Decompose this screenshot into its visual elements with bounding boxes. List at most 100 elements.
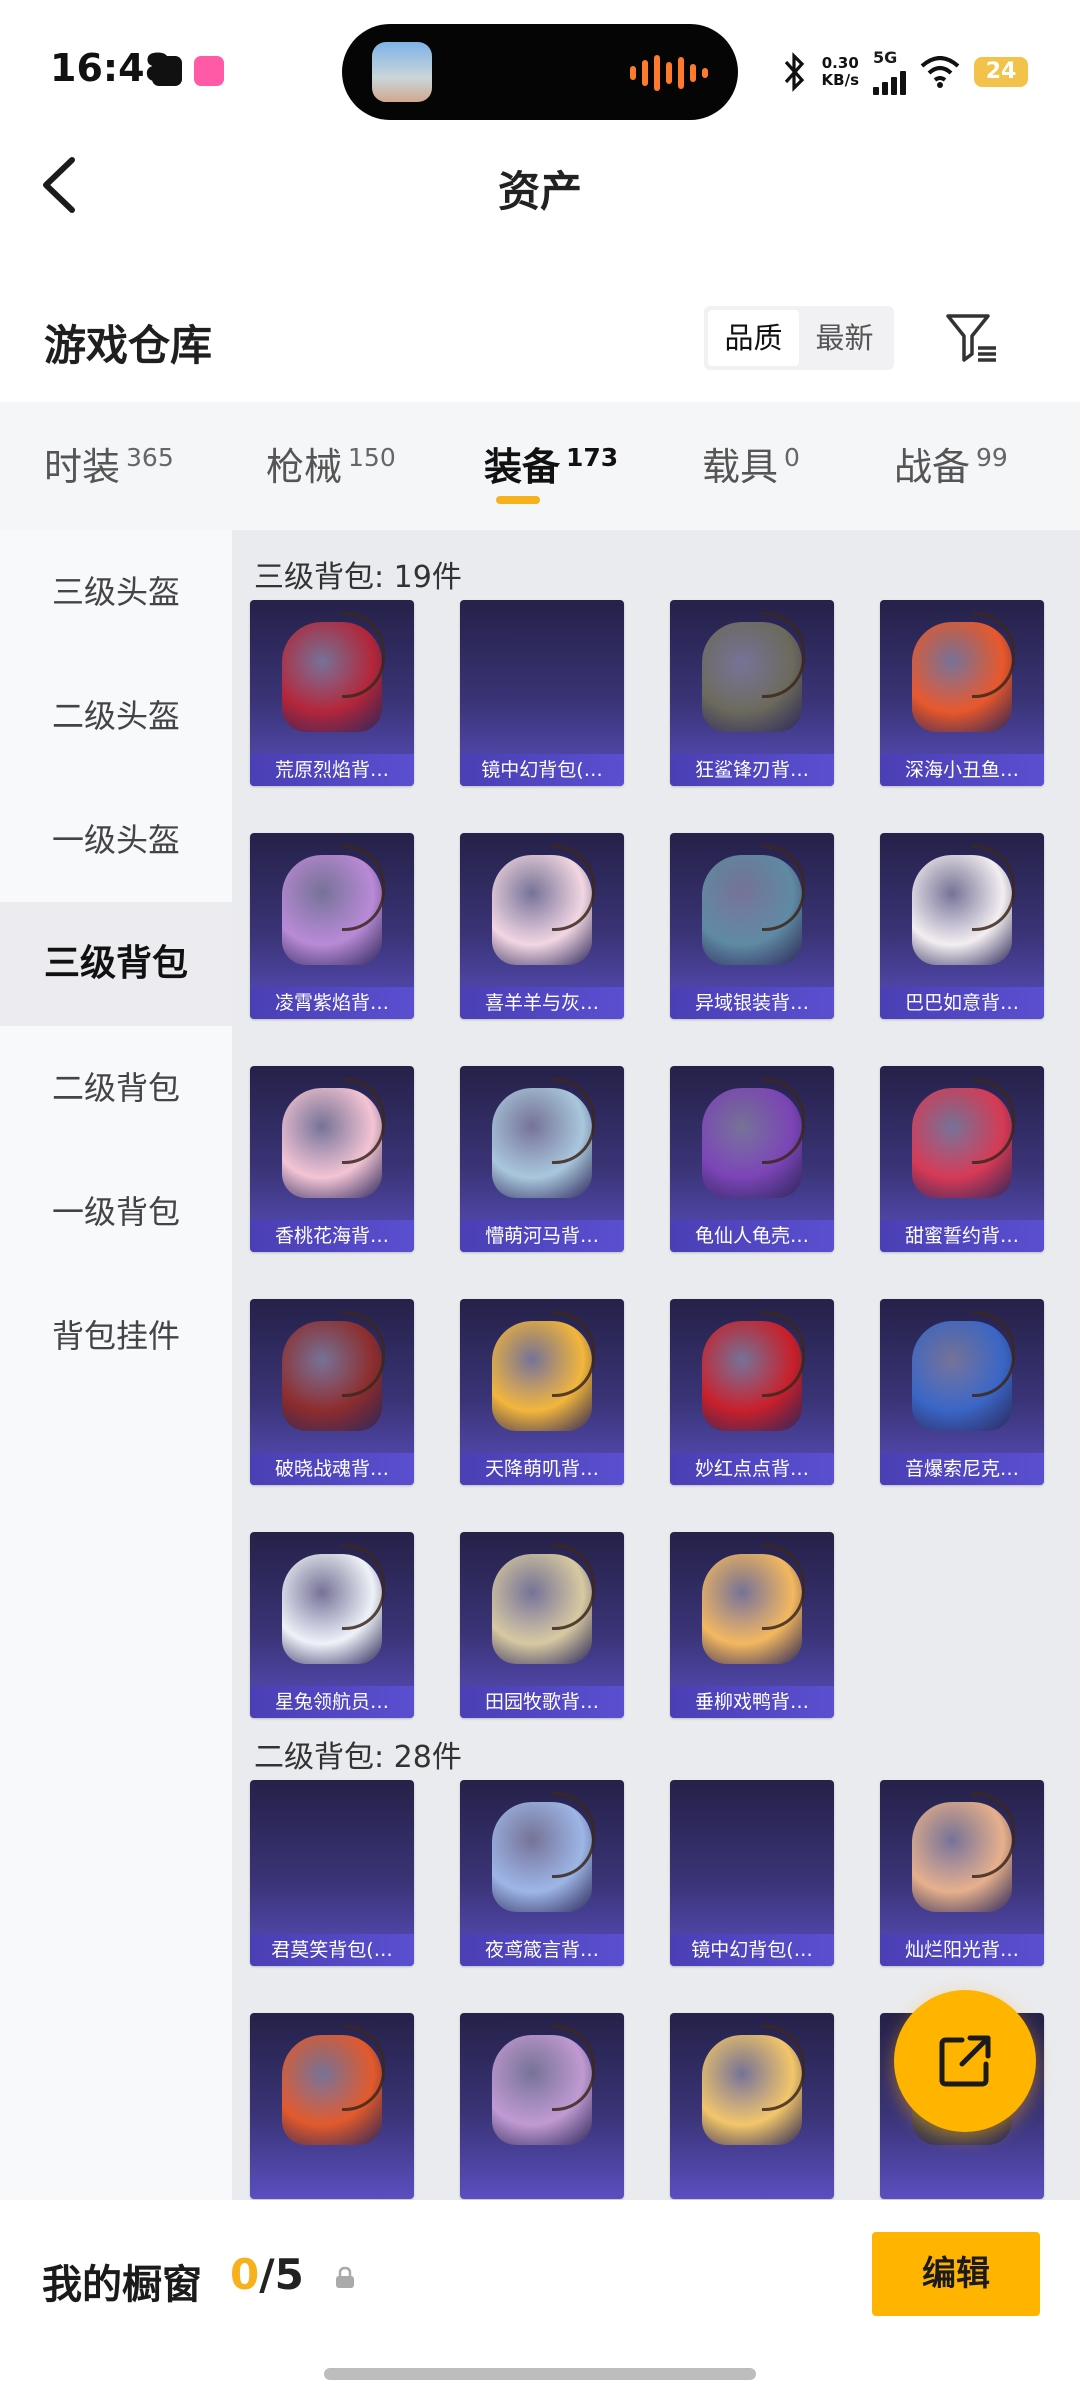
network-type: 5G (873, 48, 898, 67)
edit-button[interactable]: 编辑 (872, 2232, 1040, 2316)
backpack-card[interactable]: 夜鸢箴言背… (460, 1780, 624, 1966)
backpack-image (912, 612, 1015, 732)
backpack-image (282, 612, 385, 732)
sort-by-latest[interactable]: 最新 (799, 310, 890, 366)
battery-indicator: 24 (974, 56, 1028, 87)
tab-fashion[interactable]: 时装 365 (44, 436, 174, 491)
backpack-card[interactable]: 音爆索尼克… (880, 1299, 1044, 1485)
backpack-image (492, 1311, 595, 1431)
backpack-name: 垂柳戏鸭背… (670, 1686, 834, 1718)
backpack-image (282, 1078, 385, 1198)
backpack-image (702, 845, 805, 965)
home-indicator[interactable] (324, 2368, 756, 2380)
group-title: 三级背包: 19件 (254, 560, 462, 595)
backpack-name: 破晓战魂背… (250, 1453, 414, 1485)
tab-equipment[interactable]: 装备 173 (484, 436, 618, 491)
sidebar-item-lv2-backpack[interactable]: 二级背包 (0, 1026, 232, 1150)
sidebar-item-lv2-helmet[interactable]: 二级头盔 (0, 654, 232, 778)
backpack-card[interactable]: 镜中幻背包(… (670, 1780, 834, 1966)
backpack-card[interactable]: 深海小丑鱼… (880, 600, 1044, 786)
backpack-card[interactable]: 妙红点点背… (670, 1299, 834, 1485)
music-app-icon (152, 56, 182, 86)
share-button[interactable] (894, 1990, 1036, 2132)
backpack-name: 荒原烈焰背… (250, 754, 414, 786)
backpack-image (492, 2025, 595, 2145)
sort-by-quality[interactable]: 品质 (708, 310, 799, 366)
backpack-card[interactable]: 巴巴如意背… (880, 833, 1044, 1019)
backpack-card[interactable]: 荒原烈焰背… (250, 600, 414, 786)
backpack-image (282, 845, 385, 965)
sidebar-item-backpack-pendant[interactable]: 背包挂件 (0, 1274, 232, 1398)
backpack-name: 异域银装背… (670, 987, 834, 1019)
backpack-card[interactable]: 灿烂阳光背… (880, 1780, 1044, 1966)
backpack-image (282, 1544, 385, 1664)
sidebar-item-lv1-backpack[interactable]: 一级背包 (0, 1150, 232, 1274)
backpack-card[interactable] (460, 2013, 624, 2199)
sidebar-item-lv3-backpack[interactable]: 三级背包 (0, 902, 232, 1026)
showcase-count: 0/5 (230, 2250, 304, 2299)
backpack-name: 妙红点点背… (670, 1453, 834, 1485)
backpack-image (702, 2025, 805, 2145)
showcase-label: 我的橱窗 (42, 2262, 202, 2308)
backpack-card[interactable]: 君莫笑背包(… (250, 1780, 414, 1966)
backpack-card[interactable]: 异域银装背… (670, 833, 834, 1019)
backpack-name: 田园牧歌背… (460, 1686, 624, 1718)
backpack-card[interactable]: 甜蜜誓约背… (880, 1066, 1044, 1252)
tab-weapons[interactable]: 枪械 150 (266, 436, 396, 491)
backpack-card[interactable]: 凌霄紫焰背… (250, 833, 414, 1019)
bottom-bar: 我的橱窗 0/5 编辑 (0, 2200, 1080, 2400)
backpack-name: 龟仙人龟壳… (670, 1220, 834, 1252)
dynamic-island[interactable] (342, 24, 738, 120)
sidebar: 三级头盔 二级头盔 一级头盔 三级背包 二级背包 一级背包 背包挂件 (0, 530, 232, 2200)
backpack-card[interactable]: 破晓战魂背… (250, 1299, 414, 1485)
section-title: 游戏仓库 (44, 321, 213, 370)
backpack-name: 深海小丑鱼… (880, 754, 1044, 786)
tab-vehicles[interactable]: 载具 0 (702, 436, 800, 491)
backpack-name: 喜羊羊与灰… (460, 987, 624, 1019)
backpack-name: 镜中幻背包(… (460, 754, 624, 786)
backpack-card[interactable] (250, 2013, 414, 2199)
backpack-name: 星兔领航员… (250, 1686, 414, 1718)
sidebar-item-lv3-helmet[interactable]: 三级头盔 (0, 530, 232, 654)
backpack-image (912, 1792, 1015, 1912)
bluetooth-icon (784, 51, 804, 92)
status-icons: 0.30 KB/s 5G 24 (782, 48, 1028, 95)
backpack-name: 香桃花海背… (250, 1220, 414, 1252)
category-tabs: 时装 365 枪械 150 装备 173 载具 0 战备 99 (0, 402, 1080, 530)
sidebar-item-lv1-helmet[interactable]: 一级头盔 (0, 778, 232, 902)
backpack-image (492, 1544, 595, 1664)
backpack-image (492, 1078, 595, 1198)
backpack-name: 懵萌河马背… (460, 1220, 624, 1252)
backpack-name: 凌霄紫焰背… (250, 987, 414, 1019)
backpack-card[interactable]: 香桃花海背… (250, 1066, 414, 1252)
status-bar: 16:48 0.30 KB/s 5G 24 (0, 0, 1080, 130)
backpack-image (702, 1078, 805, 1198)
backpack-image (702, 612, 805, 732)
backpack-card[interactable]: 狂鲨锋刃背… (670, 600, 834, 786)
backpack-card[interactable]: 懵萌河马背… (460, 1066, 624, 1252)
backpack-card[interactable]: 喜羊羊与灰… (460, 833, 624, 1019)
tab-supplies[interactable]: 战备 99 (894, 436, 1008, 491)
filter-icon[interactable] (944, 310, 1000, 366)
group-title: 二级背包: 28件 (254, 1740, 462, 1775)
backpack-image (912, 1311, 1015, 1431)
backpack-image (912, 1078, 1015, 1198)
media-thumbnail (372, 42, 432, 102)
backpack-card[interactable] (670, 2013, 834, 2199)
backpack-card[interactable]: 星兔领航员… (250, 1532, 414, 1718)
backpack-image (492, 1792, 595, 1912)
backpack-name: 巴巴如意背… (880, 987, 1044, 1019)
backpack-name: 甜蜜誓约背… (880, 1220, 1044, 1252)
backpack-name: 夜鸢箴言背… (460, 1934, 624, 1966)
active-tab-indicator (496, 496, 540, 504)
backpack-card[interactable]: 镜中幻背包(… (460, 600, 624, 786)
audio-wave-icon (630, 54, 708, 92)
backpack-card[interactable]: 田园牧歌背… (460, 1532, 624, 1718)
backpack-card[interactable]: 垂柳戏鸭背… (670, 1532, 834, 1718)
bilibili-app-icon (194, 56, 224, 86)
backpack-card[interactable]: 天降萌叽背… (460, 1299, 624, 1485)
backpack-card[interactable]: 龟仙人龟壳… (670, 1066, 834, 1252)
backpack-image (282, 2025, 385, 2145)
signal-icon (873, 67, 906, 95)
backpack-name: 天降萌叽背… (460, 1453, 624, 1485)
